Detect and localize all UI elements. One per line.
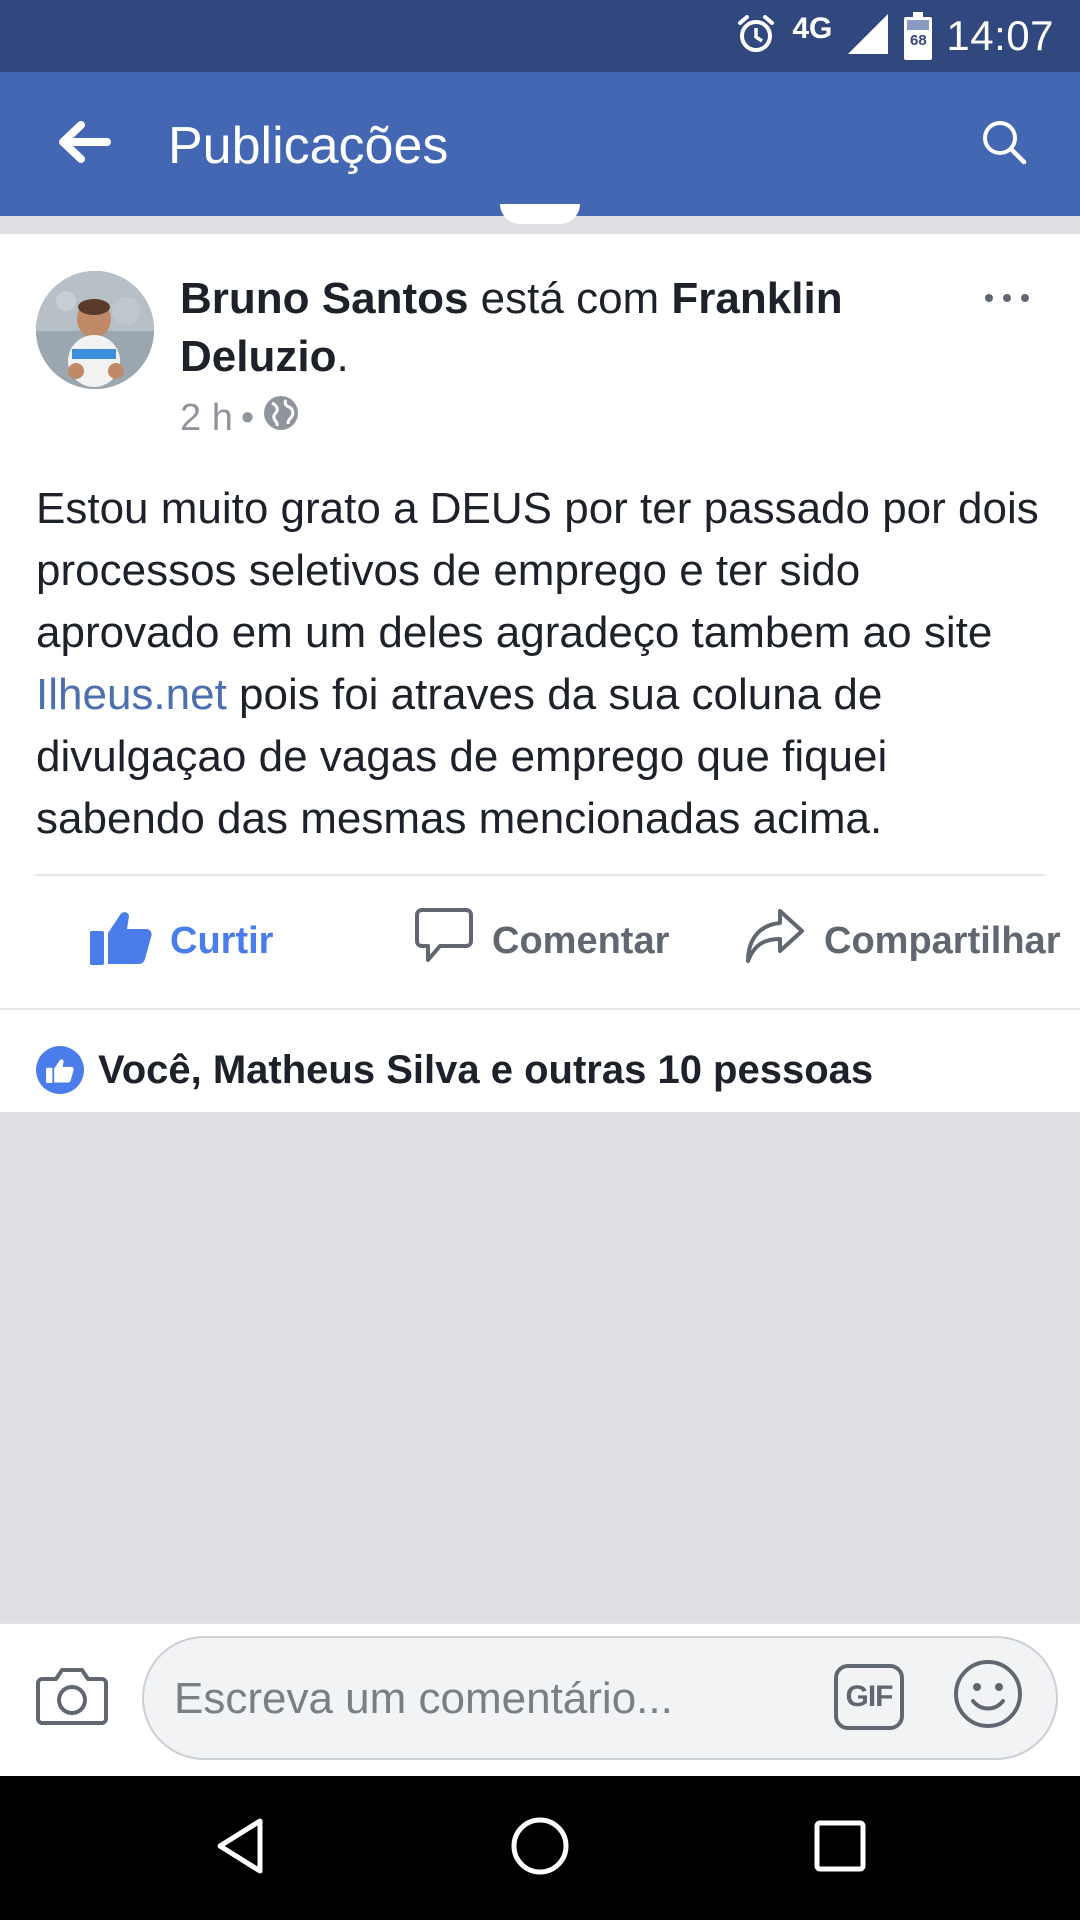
clock: 14:07: [946, 12, 1054, 59]
comment-composer: GIF: [0, 1622, 1080, 1776]
camera-icon: [36, 1665, 108, 1732]
likes-divider: [0, 1008, 1080, 1010]
gif-label: GIF: [845, 1680, 894, 1713]
dot-icon: [1003, 294, 1011, 302]
gif-button[interactable]: GIF: [834, 1664, 904, 1730]
post-card: Bruno Santos está com Franklin Deluzio. …: [0, 234, 1080, 1112]
globe-icon: [262, 394, 300, 442]
comment-label: Comentar: [492, 919, 670, 962]
dot-icon: [985, 294, 993, 302]
section-divider: [0, 204, 1080, 234]
nav-recents-button[interactable]: [800, 1812, 880, 1884]
search-icon: [980, 118, 1028, 171]
like-label: Curtir: [170, 919, 274, 962]
share-button[interactable]: Compartilhar: [744, 876, 1060, 1006]
battery-icon: 68: [904, 12, 933, 60]
back-button[interactable]: [44, 108, 124, 180]
share-label: Compartilhar: [824, 919, 1061, 962]
status-bar: 4G 68 14:07: [0, 0, 1080, 72]
circle-home-icon: [510, 1816, 570, 1881]
back-arrow-icon: [57, 120, 111, 169]
header-period: .: [336, 332, 349, 381]
author-name[interactable]: Bruno Santos: [180, 274, 468, 323]
post-text-start: Estou muito grato a DEUS por ter passado…: [36, 484, 1039, 657]
like-reaction-icon: [36, 1046, 84, 1094]
post-actions: Curtir Comentar Compartilhar: [0, 876, 1080, 1006]
signal-icon: [846, 12, 890, 61]
dot-icon: [1021, 294, 1029, 302]
smiley-icon: [953, 1659, 1023, 1734]
comment-input[interactable]: [174, 1664, 814, 1734]
system-nav-bar: [0, 1776, 1080, 1920]
post-time[interactable]: 2 h: [180, 397, 233, 440]
avatar[interactable]: [36, 271, 154, 389]
nav-home-button[interactable]: [500, 1812, 580, 1884]
scroll-indicator: [500, 204, 580, 224]
comment-icon: [414, 907, 474, 975]
with-text: está com: [468, 274, 672, 323]
alarm-icon: [734, 12, 778, 61]
post-header: Bruno Santos está com Franklin Deluzio.: [180, 270, 900, 386]
comment-button[interactable]: Comentar: [414, 876, 669, 1006]
emoji-button[interactable]: [952, 1659, 1024, 1734]
triangle-back-icon: [212, 1816, 268, 1881]
square-recents-icon: [813, 1819, 867, 1878]
network-type: 4G: [792, 12, 833, 45]
battery-level: 68: [910, 32, 927, 49]
nav-back-button[interactable]: [200, 1812, 280, 1884]
post-text: Estou muito grato a DEUS por ter passado…: [36, 478, 1046, 850]
like-button[interactable]: Curtir: [90, 876, 273, 1006]
more-options-button[interactable]: [972, 278, 1042, 318]
app-bar: Publicações: [0, 72, 1080, 216]
post-meta: 2 h •: [180, 394, 300, 442]
comment-field: GIF: [142, 1636, 1058, 1760]
search-button[interactable]: [964, 108, 1044, 180]
page-title: Publicações: [168, 117, 449, 175]
camera-button[interactable]: [36, 1662, 108, 1734]
thumbs-up-icon: [90, 907, 152, 975]
likes-summary-text: Você, Matheus Silva e outras 10 pessoas: [98, 1047, 874, 1092]
site-link[interactable]: Ilheus.net: [36, 670, 227, 719]
meta-separator: •: [240, 396, 255, 439]
share-arrow-icon: [744, 907, 806, 975]
likes-summary[interactable]: Você, Matheus Silva e outras 10 pessoas: [36, 1046, 873, 1094]
